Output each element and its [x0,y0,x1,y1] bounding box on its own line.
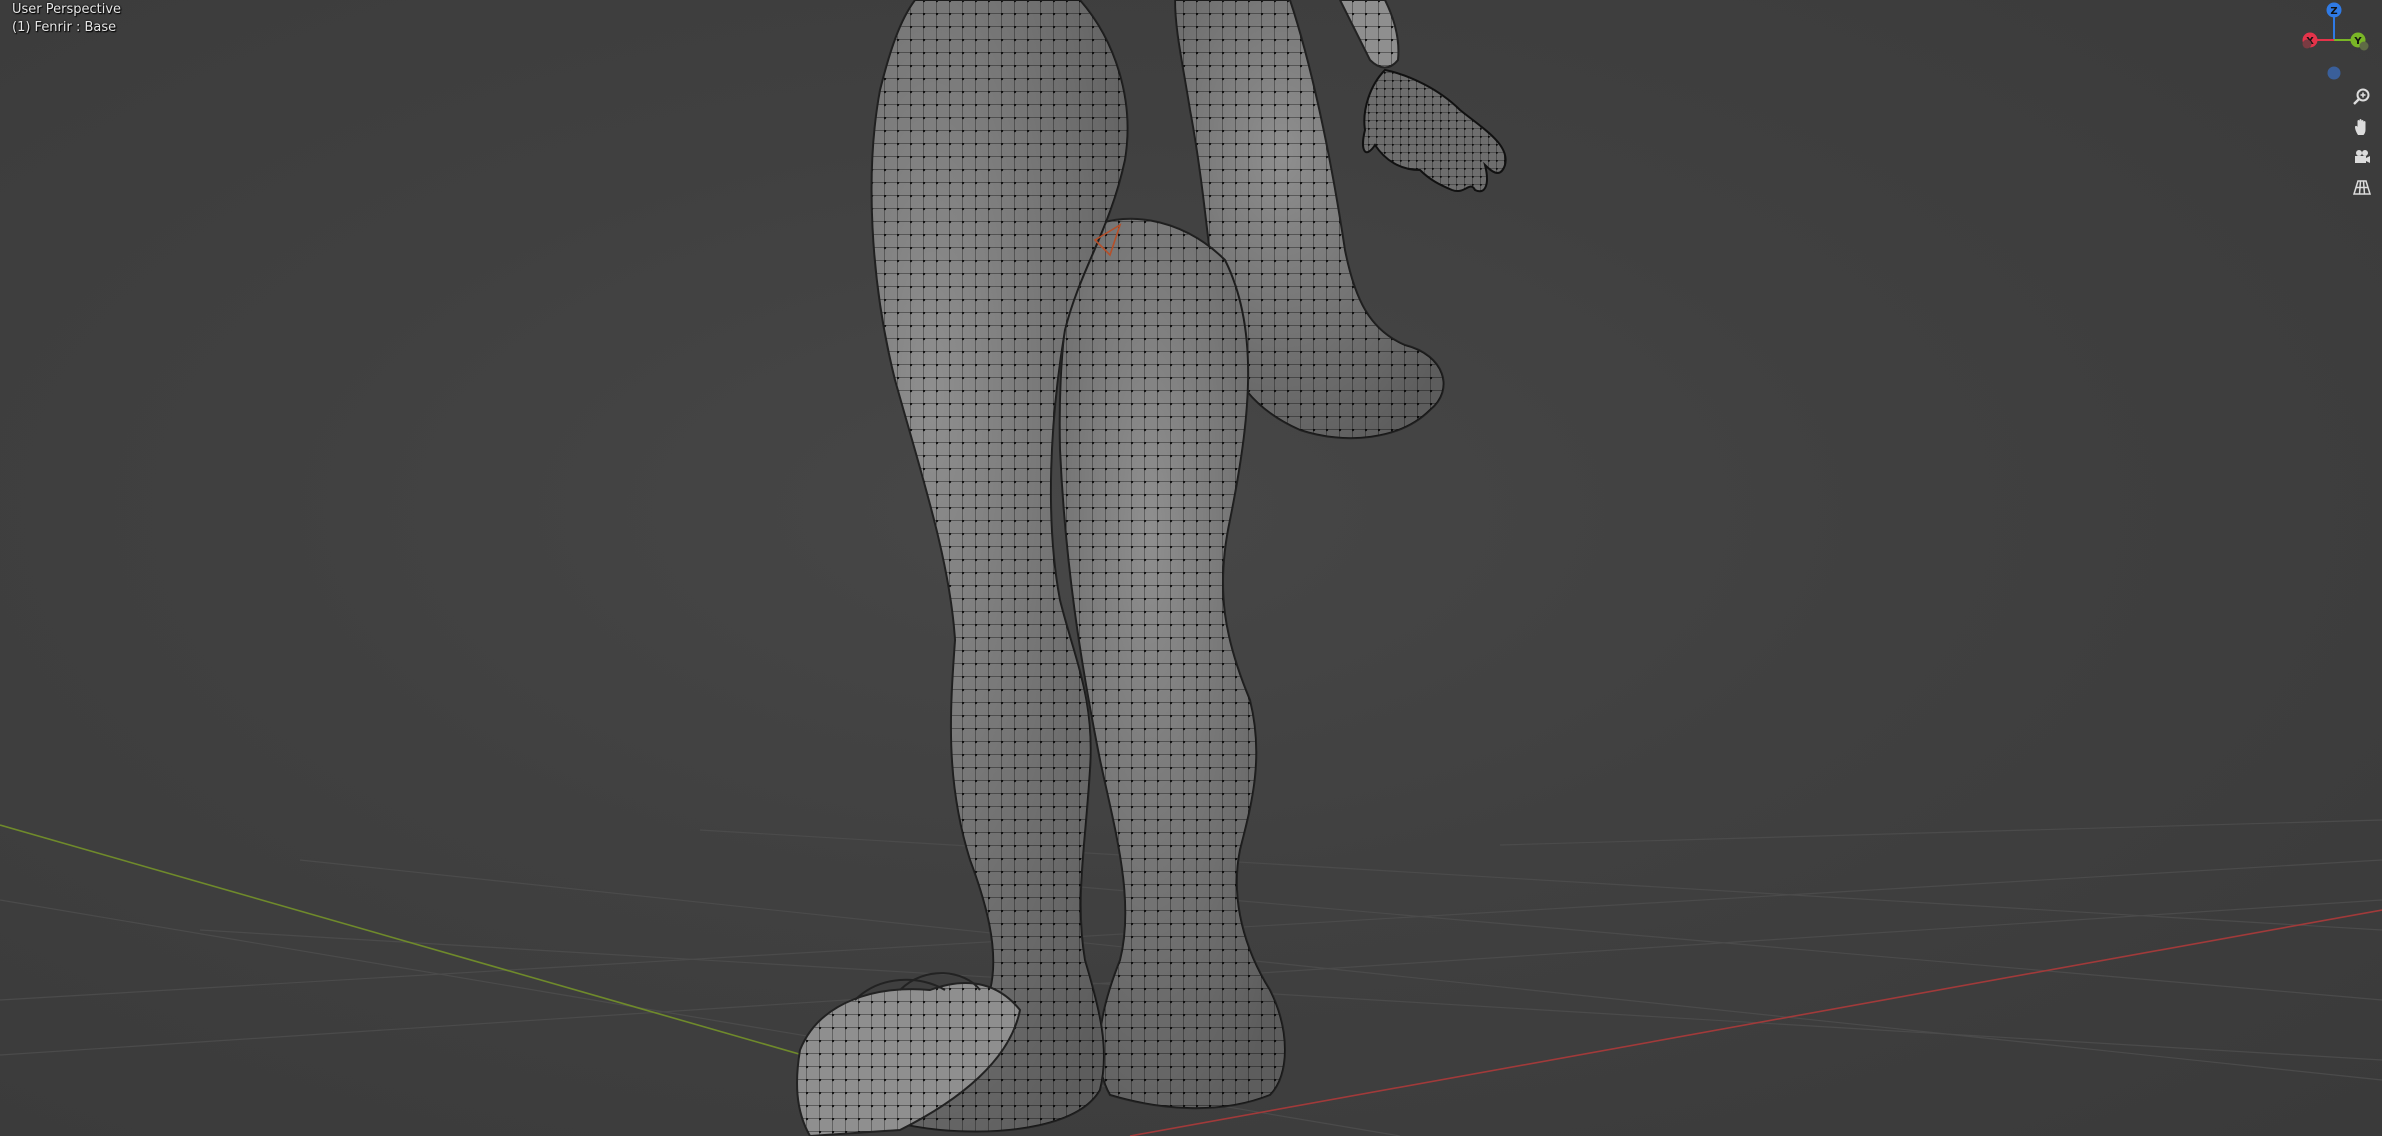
navigation-gizmo[interactable]: Z Y X [2290,0,2370,84]
hand-mesh [1338,0,1507,193]
x-axis-line [1129,909,2382,1136]
camera-icon[interactable] [2349,144,2375,170]
viewport-scene [0,0,2382,1136]
active-object-label: (1) Fenrir : Base [12,20,117,35]
viewport-mode-label: User Perspective [12,2,122,17]
pan-hand-icon[interactable] [2349,114,2375,140]
y-axis-line [0,824,821,1061]
ortho-grid-icon[interactable] [2349,174,2375,200]
neg-x-axis-handle[interactable] [2302,39,2312,49]
neg-z-axis-handle[interactable] [2327,66,2341,80]
3d-viewport[interactable]: User Perspective (1) Fenrir : Base Z Y X [0,0,2382,1136]
svg-text:Z: Z [2330,6,2337,17]
zoom-icon[interactable] [2349,84,2375,110]
neg-y-axis-handle[interactable] [2359,41,2369,51]
z-axis-handle[interactable]: Z [2326,2,2342,18]
